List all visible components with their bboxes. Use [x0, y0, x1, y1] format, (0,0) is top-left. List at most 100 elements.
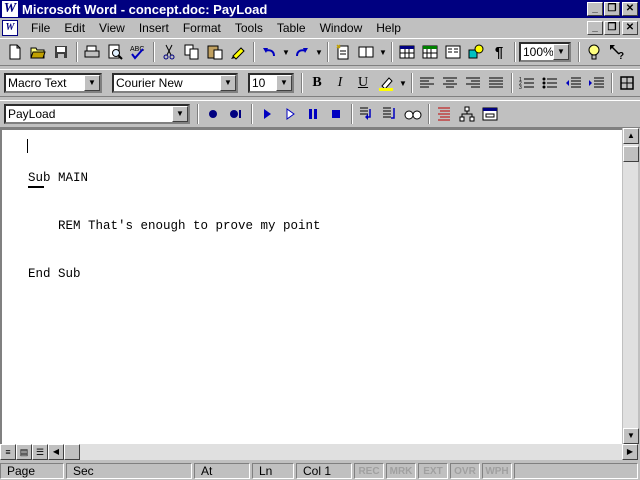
font-dropdown-arrow-icon[interactable]: ▼	[220, 75, 236, 91]
trace-macro-icon[interactable]	[279, 104, 301, 125]
highlight-icon[interactable]	[375, 73, 397, 94]
insert-table-icon[interactable]	[396, 42, 418, 63]
underline-button[interactable]: U	[352, 73, 374, 94]
horizontal-scroll-thumb[interactable]	[64, 444, 80, 460]
doc-restore-button[interactable]: ❐	[604, 21, 620, 35]
menu-edit[interactable]: Edit	[57, 21, 92, 35]
stop-macro-icon[interactable]	[325, 104, 347, 125]
scroll-down-icon[interactable]: ▼	[623, 428, 639, 444]
redo-icon[interactable]	[291, 42, 313, 63]
undo-icon[interactable]	[258, 42, 280, 63]
macro-dropdown-arrow-icon[interactable]: ▼	[172, 106, 188, 122]
vertical-scrollbar[interactable]: ▲ ▼	[622, 128, 639, 444]
menu-table[interactable]: Table	[270, 21, 313, 35]
highlight-dropdown-arrow-icon[interactable]: ▼	[398, 73, 408, 94]
minimize-button[interactable]: _	[587, 2, 603, 16]
show-variables-icon[interactable]	[402, 104, 424, 125]
macro-code[interactable]: Sub MAIN REM That's enough to prove my p…	[28, 138, 321, 314]
menu-help[interactable]: Help	[369, 21, 408, 35]
menu-insert[interactable]: Insert	[132, 21, 176, 35]
columns-icon[interactable]	[442, 42, 464, 63]
menu-bar: W File Edit View Insert Format Tools Tab…	[0, 18, 640, 38]
help-icon[interactable]: ?	[606, 42, 628, 63]
format-painter-icon[interactable]	[227, 42, 249, 63]
justify-icon[interactable]	[485, 73, 507, 94]
style-value: Macro Text	[8, 76, 67, 90]
status-rec[interactable]: REC	[354, 463, 384, 479]
autoformat-icon[interactable]	[332, 42, 354, 63]
menu-format[interactable]: Format	[176, 21, 228, 35]
close-button[interactable]: ✕	[622, 2, 638, 16]
status-ovr[interactable]: OVR	[450, 463, 480, 479]
paste-icon[interactable]	[204, 42, 226, 63]
spelling-icon[interactable]: ABC	[127, 42, 149, 63]
bold-button[interactable]: B	[306, 73, 328, 94]
record-next-command-icon[interactable]	[225, 104, 247, 125]
drawing-icon[interactable]	[465, 42, 487, 63]
italic-button[interactable]: I	[329, 73, 351, 94]
redo-dropdown-arrow-icon[interactable]: ▼	[314, 42, 324, 63]
normal-view-icon[interactable]: ≡	[0, 444, 16, 460]
bullets-icon[interactable]	[539, 73, 561, 94]
scroll-left-icon[interactable]: ◀	[48, 444, 64, 460]
increase-indent-icon[interactable]	[585, 73, 607, 94]
font-select[interactable]: Courier New ▼	[112, 73, 238, 93]
borders-icon[interactable]	[616, 73, 638, 94]
dialog-editor-icon[interactable]	[479, 104, 501, 125]
tipwizard-icon[interactable]	[583, 42, 605, 63]
cut-icon[interactable]	[158, 42, 180, 63]
insert-excel-icon[interactable]	[419, 42, 441, 63]
svg-text:3: 3	[519, 85, 522, 90]
restore-button[interactable]: ❐	[604, 2, 620, 16]
numbering-icon[interactable]: 123	[516, 73, 538, 94]
new-document-icon[interactable]	[4, 42, 26, 63]
scroll-right-icon[interactable]: ▶	[622, 444, 638, 460]
align-right-icon[interactable]	[462, 73, 484, 94]
print-icon[interactable]	[81, 42, 103, 63]
menu-window[interactable]: Window	[313, 21, 370, 35]
status-column: Col 1	[296, 463, 352, 479]
show-hide-icon[interactable]: ¶	[488, 42, 510, 63]
title-bar: W Microsoft Word - concept.doc: PayLoad …	[0, 0, 640, 18]
menu-file[interactable]: File	[24, 21, 57, 35]
start-macro-icon[interactable]	[256, 104, 278, 125]
insert-address-icon[interactable]	[355, 42, 377, 63]
decrease-indent-icon[interactable]	[562, 73, 584, 94]
page-layout-view-icon[interactable]: ▤	[16, 444, 32, 460]
print-preview-icon[interactable]	[104, 42, 126, 63]
zoom-select[interactable]: 100% ▼	[519, 42, 571, 62]
add-remove-rem-icon[interactable]	[433, 104, 455, 125]
copy-icon[interactable]	[181, 42, 203, 63]
macro-icon[interactable]	[456, 104, 478, 125]
status-ext[interactable]: EXT	[418, 463, 448, 479]
doc-close-button[interactable]: ✕	[622, 21, 638, 35]
style-select[interactable]: Macro Text ▼	[4, 73, 102, 93]
address-dropdown-arrow-icon[interactable]: ▼	[378, 42, 388, 63]
menu-view[interactable]: View	[92, 21, 132, 35]
font-size-select[interactable]: 10 ▼	[248, 73, 294, 93]
doc-minimize-button[interactable]: _	[587, 21, 603, 35]
horizontal-scrollbar[interactable]: ≡ ▤ ☰ ◀ ▶	[0, 444, 638, 460]
zoom-dropdown-arrow-icon[interactable]: ▼	[553, 44, 569, 60]
undo-dropdown-arrow-icon[interactable]: ▼	[281, 42, 291, 63]
macro-name-select[interactable]: PayLoad ▼	[4, 104, 190, 124]
font-size-dropdown-arrow-icon[interactable]: ▼	[276, 75, 292, 91]
document-menu-icon[interactable]: W	[2, 20, 18, 36]
save-icon[interactable]	[50, 42, 72, 63]
pause-macro-icon[interactable]	[302, 104, 324, 125]
menu-tools[interactable]: Tools	[228, 21, 270, 35]
record-macro-icon[interactable]	[202, 104, 224, 125]
status-wph[interactable]: WPH	[482, 463, 512, 479]
status-mrk[interactable]: MRK	[386, 463, 416, 479]
step-subs-icon[interactable]	[379, 104, 401, 125]
open-folder-icon[interactable]	[27, 42, 49, 63]
style-dropdown-arrow-icon[interactable]: ▼	[84, 75, 100, 91]
outline-view-icon[interactable]: ☰	[32, 444, 48, 460]
step-macro-icon[interactable]	[356, 104, 378, 125]
scroll-up-icon[interactable]: ▲	[623, 128, 639, 144]
align-left-icon[interactable]	[416, 73, 438, 94]
vertical-scroll-thumb[interactable]	[623, 146, 639, 162]
align-center-icon[interactable]	[439, 73, 461, 94]
font-value: Courier New	[116, 76, 183, 90]
document-area[interactable]: Sub MAIN REM That's enough to prove my p…	[0, 128, 622, 444]
